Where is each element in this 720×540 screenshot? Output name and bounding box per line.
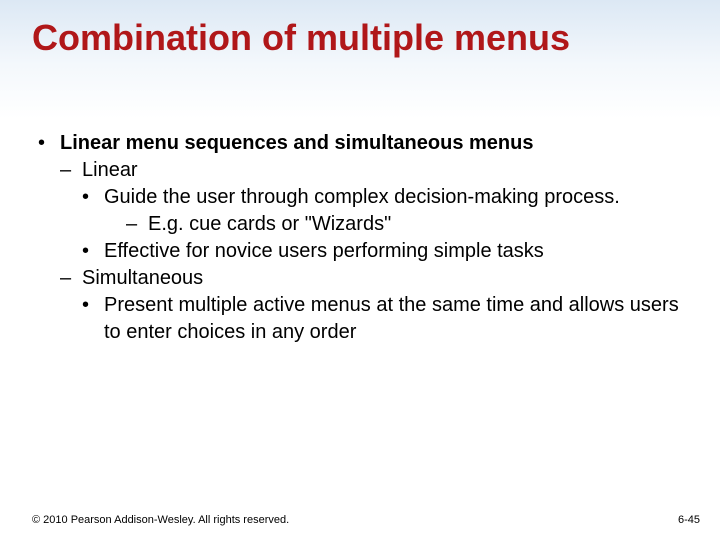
slide-content: Linear menu sequences and simultaneous m… (38, 130, 688, 346)
slide-title: Combination of multiple menus (32, 18, 688, 58)
footer-copyright: © 2010 Pearson Addison-Wesley. All right… (32, 514, 289, 526)
bullet-level2: Simultaneous (60, 265, 688, 292)
bullet-level2: Linear (60, 157, 688, 184)
bullet-level3: Guide the user through complex decision-… (82, 184, 688, 211)
bullet-level3: Effective for novice users performing si… (82, 238, 688, 265)
slide: Combination of multiple menus Linear men… (0, 0, 720, 540)
footer-page-number: 6-45 (678, 514, 700, 526)
bullet-level1: Linear menu sequences and simultaneous m… (38, 130, 688, 157)
bullet-level4: E.g. cue cards or "Wizards" (126, 211, 688, 238)
bullet-level3: Present multiple active menus at the sam… (82, 292, 688, 346)
